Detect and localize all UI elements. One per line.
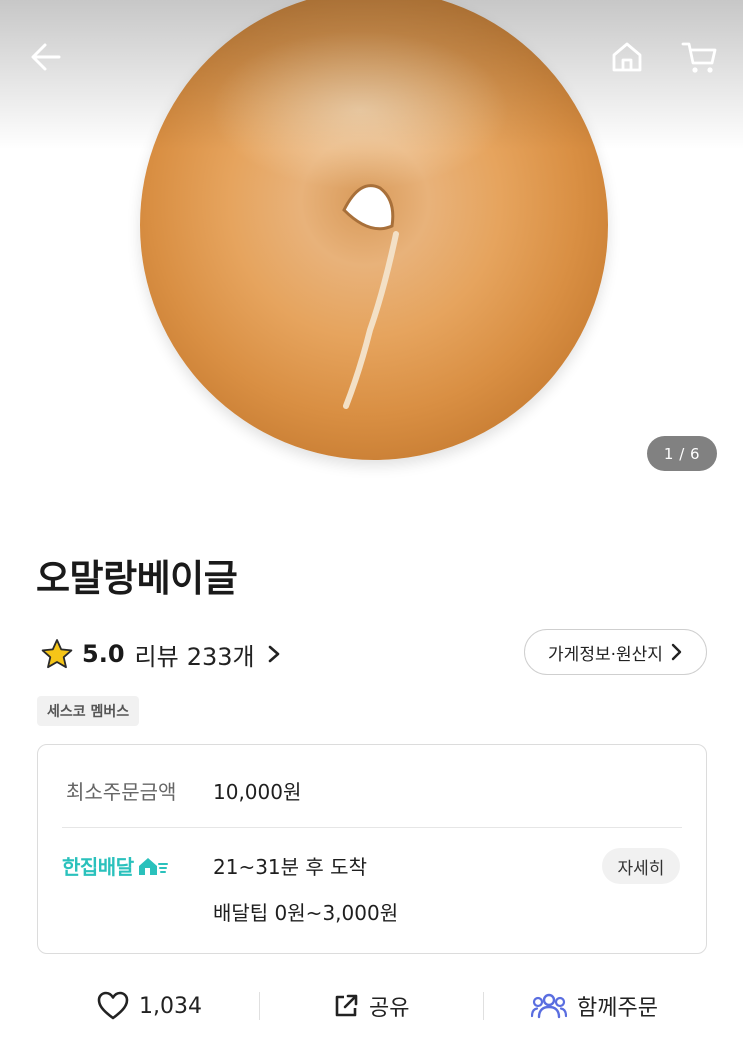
house-speed-icon xyxy=(138,857,168,875)
like-count: 1,034 xyxy=(139,993,202,1019)
action-divider xyxy=(483,992,484,1020)
share-icon xyxy=(335,994,358,1017)
delivery-brand: 한집배달 xyxy=(62,851,169,880)
min-order-value: 10,000원 xyxy=(213,780,302,804)
group-order-button[interactable]: 함께주문 xyxy=(531,984,658,1028)
chevron-right-icon xyxy=(671,643,682,661)
bagel-crack xyxy=(343,231,399,409)
store-info-label: 가게정보·원산지 xyxy=(548,644,663,665)
share-label: 공유 xyxy=(369,996,410,1021)
review-label: 리뷰 xyxy=(134,642,179,671)
image-pager: 1 / 6 xyxy=(647,436,717,471)
rating-value: 5.0 xyxy=(82,640,125,668)
delivery-time: 21~31분 후 도착 xyxy=(213,855,367,879)
share-button[interactable]: 공유 xyxy=(333,984,409,1028)
card-divider xyxy=(62,827,682,828)
back-arrow-icon xyxy=(31,43,61,71)
product-image-carousel[interactable]: 1 / 6 xyxy=(0,0,743,500)
home-icon xyxy=(612,42,642,72)
home-button[interactable] xyxy=(603,33,651,81)
heart-icon xyxy=(97,991,129,1020)
store-name: 오말랑베이글 xyxy=(36,557,238,600)
min-order-label: 최소주문금액 xyxy=(66,780,177,804)
review-count: 233개 xyxy=(186,642,255,671)
delivery-brand-label: 한집배달 xyxy=(62,855,134,879)
rating-row[interactable]: 5.0 리뷰 233개 xyxy=(40,636,281,672)
star-icon xyxy=(41,639,73,669)
action-divider xyxy=(259,992,260,1020)
delivery-info-card: 최소주문금액 10,000원 한집배달 21~31분 후 도착 배달팁 0원~3… xyxy=(37,744,707,954)
chevron-right-icon xyxy=(268,645,279,663)
delivery-tip: 배달팁 0원~3,000원 xyxy=(213,901,399,925)
group-order-label: 함께주문 xyxy=(577,996,658,1021)
cart-button[interactable] xyxy=(675,33,723,81)
delivery-detail-button[interactable]: 자세히 xyxy=(602,848,680,884)
back-button[interactable] xyxy=(22,33,70,81)
cesco-member-badge: 세스코 멤버스 xyxy=(37,696,140,726)
cart-icon xyxy=(681,42,717,73)
people-icon xyxy=(531,993,567,1019)
like-button[interactable]: 1,034 xyxy=(97,984,202,1028)
store-info-button[interactable]: 가게정보·원산지 xyxy=(524,629,707,675)
